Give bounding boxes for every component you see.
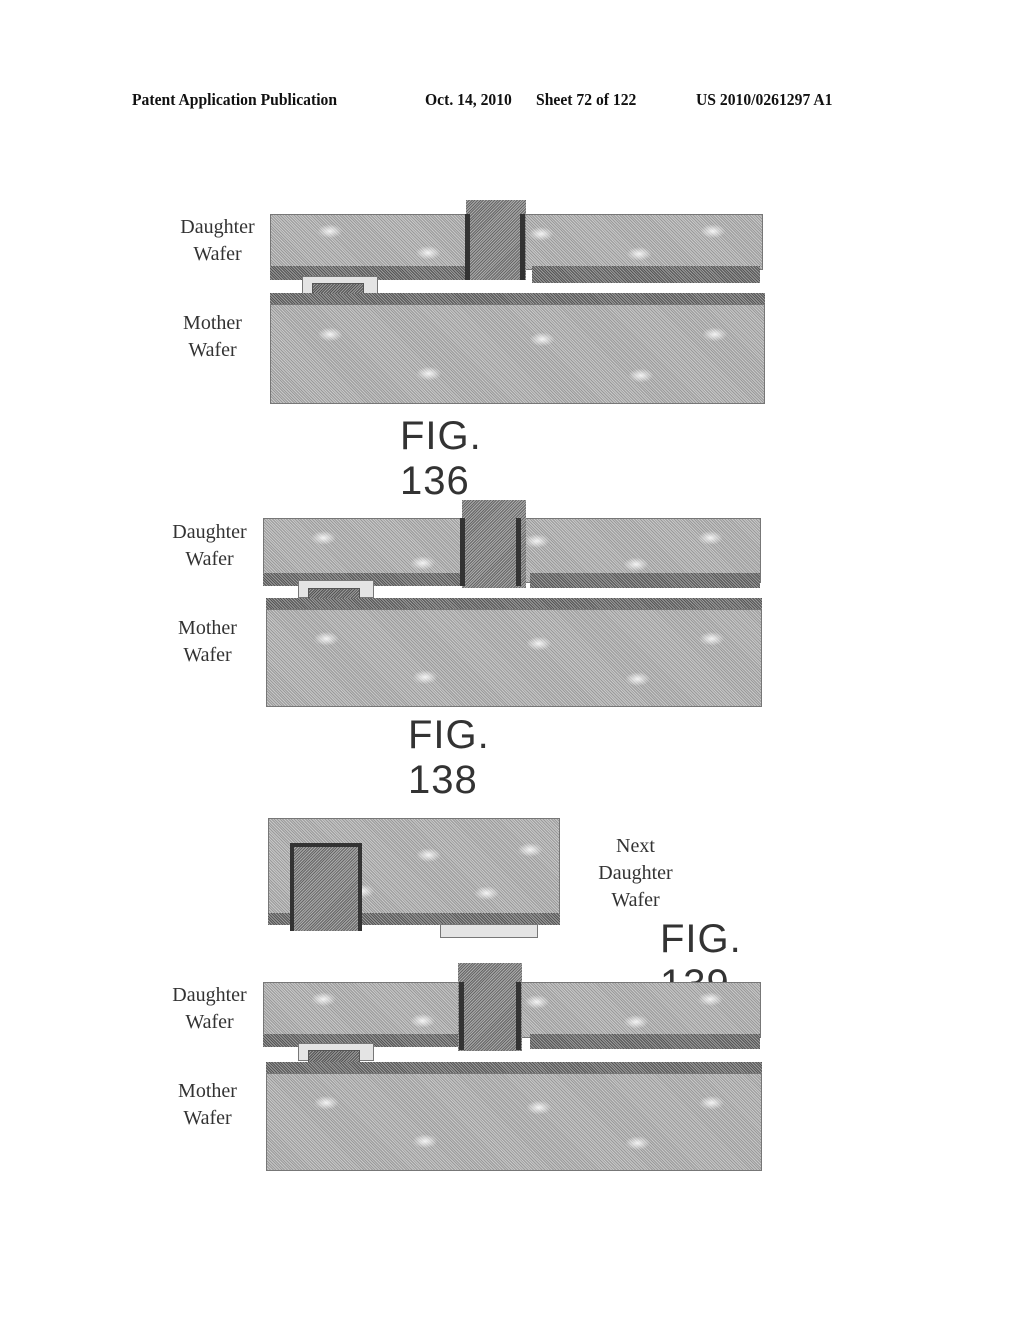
mother-wafer-label: Mother Wafer [178,1080,237,1129]
daughter-wafer-label: Daughter Wafer [172,521,247,570]
daughter-wafer-label: Daughter Wafer [180,216,255,265]
via-liner-right [516,982,521,1050]
mother-wafer-label: Mother Wafer [178,617,237,666]
through-via [458,963,522,1051]
via-liner-left [460,518,465,586]
figure-caption: FIG. 138 [408,713,490,802]
next-daughter-via [290,843,362,931]
daughter-oxide-right [530,1034,760,1049]
mother-wafer-label: Mother Wafer [183,312,242,361]
via-liner-left [459,982,464,1050]
mother-wafer [270,304,765,404]
daughter-oxide-right [530,573,760,588]
through-via [466,200,526,280]
via-liner-right [516,518,521,586]
figure-caption: FIG. 136 [400,414,482,503]
daughter-oxide-right [532,266,760,283]
daughter-wafer-label: Daughter Wafer [172,984,247,1033]
page-header: Patent Application Publication Oct. 14, … [0,90,1024,114]
via-liner-left [465,214,470,280]
next-daughter-wafer-label: Next Daughter Wafer [598,835,673,911]
publication-type: Patent Application Publication [132,90,338,109]
mother-wafer [266,609,762,707]
mother-wafer [266,1073,762,1171]
patent-number: US 2010/0261297 A1 [696,90,833,109]
via-liner-right [520,214,525,280]
publication-date: Oct. 14, 2010 [425,90,512,109]
sheet-number: Sheet 72 of 122 [536,90,637,109]
next-daughter-bond-pad [440,924,538,938]
